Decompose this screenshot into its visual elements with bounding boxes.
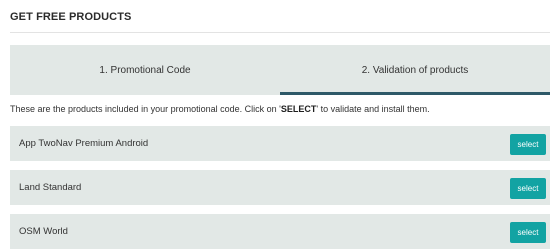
- select-button[interactable]: select: [510, 222, 546, 243]
- step-tabs: 1. Promotional Code 2. Validation of pro…: [10, 45, 550, 95]
- tab-validation-of-products-label: 2. Validation of products: [361, 64, 469, 76]
- page-title: GET FREE PRODUCTS: [10, 11, 132, 23]
- product-list: App TwoNav Premium Android select Land S…: [10, 126, 550, 250]
- tab-promotional-code[interactable]: 1. Promotional Code: [10, 45, 280, 95]
- title-divider: [10, 32, 550, 33]
- tab-validation-of-products[interactable]: 2. Validation of products: [280, 45, 550, 95]
- product-row: App TwoNav Premium Android select: [10, 126, 550, 161]
- product-row: Land Standard select: [10, 170, 550, 205]
- select-button[interactable]: select: [510, 134, 546, 155]
- instructions-text: These are the products included in your …: [10, 104, 550, 114]
- product-name: OSM World: [19, 226, 68, 237]
- instructions-before: These are the products included in your …: [10, 104, 281, 114]
- product-name: App TwoNav Premium Android: [19, 138, 149, 149]
- product-name: Land Standard: [19, 182, 82, 193]
- instructions-after: ' to validate and install them.: [316, 104, 430, 114]
- get-free-products-page: GET FREE PRODUCTS 1. Promotional Code 2.…: [0, 0, 550, 250]
- instructions-emphasis: SELECT: [280, 104, 317, 114]
- product-row: OSM World select: [10, 214, 550, 249]
- tab-promotional-code-label: 1. Promotional Code: [99, 64, 191, 76]
- select-button[interactable]: select: [510, 178, 546, 199]
